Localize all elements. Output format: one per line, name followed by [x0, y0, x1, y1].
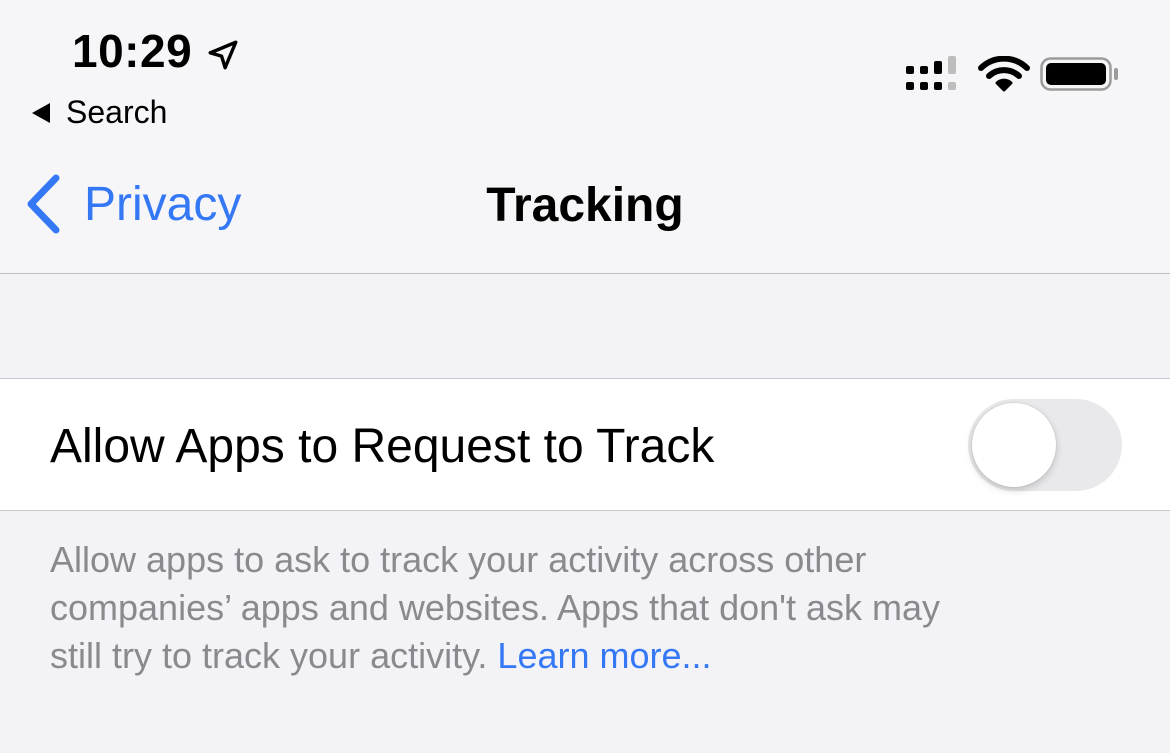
description-line-2: companies’ apps and websites. Apps that … — [50, 587, 941, 628]
tracking-description: Allow apps to ask to track your activity… — [50, 536, 1130, 680]
allow-tracking-row: Allow Apps to Request to Track — [0, 378, 1170, 511]
status-icons — [906, 56, 1120, 96]
description-line-1: Allow apps to ask to track your activity… — [50, 539, 867, 580]
back-to-search-button[interactable]: Search — [32, 94, 167, 131]
learn-more-link[interactable]: Learn more... — [497, 635, 711, 676]
location-arrow-icon — [208, 40, 238, 70]
signal-icon — [906, 56, 956, 90]
back-triangle-icon — [32, 102, 50, 123]
page-title: Tracking — [486, 179, 684, 232]
allow-tracking-label: Allow Apps to Request to Track — [50, 420, 715, 473]
description-line-3: still try to track your activity. Learn … — [50, 632, 1130, 680]
toggle-knob — [972, 403, 1056, 487]
allow-tracking-toggle[interactable] — [968, 399, 1122, 491]
battery-icon — [1040, 57, 1118, 91]
wifi-icon — [978, 56, 1030, 92]
header: 10:29 Search Privacy Tracking — [0, 0, 1170, 274]
back-to-search-label: Search — [66, 94, 168, 130]
status-time: 10:29 — [72, 25, 193, 77]
description-line-3-text: still try to track your activity. — [50, 635, 498, 676]
